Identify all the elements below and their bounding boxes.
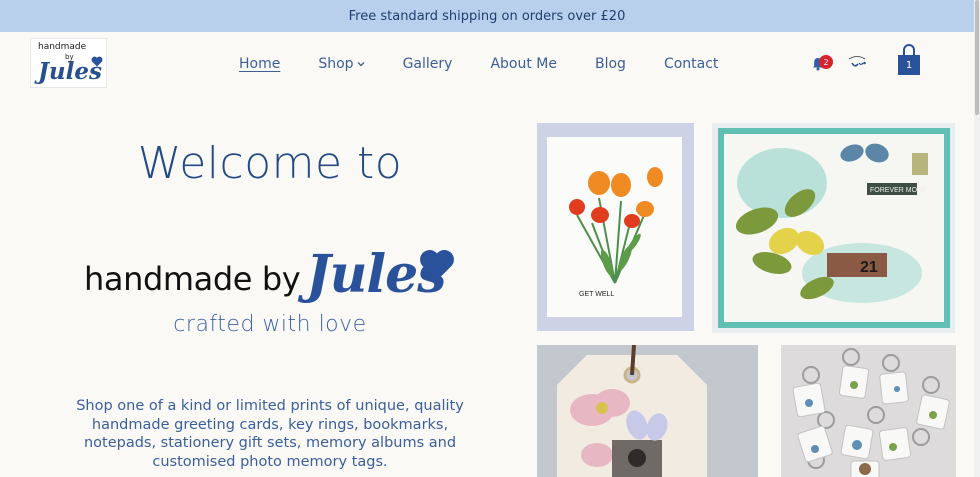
site-logo[interactable]: handmade by Jules <box>30 38 107 88</box>
hero-brand-logo: handmade by Jules <box>84 244 484 314</box>
gallery-image-memory-tag[interactable] <box>537 345 758 477</box>
forever-more-card-illustration: FOREVER MORE 21 <box>712 123 955 333</box>
hero-welcome-heading: Welcome to <box>137 138 403 189</box>
main-navigation: Home Shop Gallery About Me Blog Contact <box>239 54 756 74</box>
account-avatar-icon[interactable] <box>846 53 868 73</box>
nav-shop-label: Shop <box>318 56 354 72</box>
nav-shop[interactable]: Shop <box>318 54 365 74</box>
chevron-down-icon <box>357 62 365 67</box>
page-scrollbar[interactable] <box>974 0 980 477</box>
announcement-bar: Free standard shipping on orders over £2… <box>0 0 974 32</box>
hero-intro-text: Shop one of a kind or limited prints of … <box>76 398 464 470</box>
hero-brand-text: handmade by <box>84 260 301 298</box>
ticket-number: 21 <box>860 259 878 276</box>
nav-contact[interactable]: Contact <box>664 54 718 74</box>
card-caption: GET WELL <box>579 291 614 298</box>
logo-line-handmade: handmade <box>38 42 87 52</box>
gallery-image-get-well-card[interactable]: GET WELL <box>537 123 694 331</box>
gallery-image-key-rings[interactable] <box>781 345 956 477</box>
key-rings-illustration <box>781 345 956 477</box>
nav-blog[interactable]: Blog <box>595 54 626 74</box>
nav-home[interactable]: Home <box>239 54 280 74</box>
get-well-card-illustration: GET WELL <box>537 123 694 331</box>
announcement-text: Free standard shipping on orders over £2… <box>348 8 626 24</box>
heart-icon <box>91 56 103 67</box>
memory-tag-illustration <box>537 345 758 477</box>
cart-count: 1 <box>905 60 913 71</box>
stamp-label: FOREVER MORE <box>870 187 927 194</box>
gallery-image-forever-more-card[interactable]: FOREVER MORE 21 <box>712 123 955 333</box>
notification-badge: 2 <box>819 55 833 69</box>
hero-tagline: crafted with love <box>173 312 367 337</box>
scrollbar-thumb[interactable] <box>975 0 979 115</box>
nav-gallery[interactable]: Gallery <box>403 54 453 74</box>
heart-icon <box>420 249 454 281</box>
nav-about-me[interactable]: About Me <box>490 54 557 74</box>
